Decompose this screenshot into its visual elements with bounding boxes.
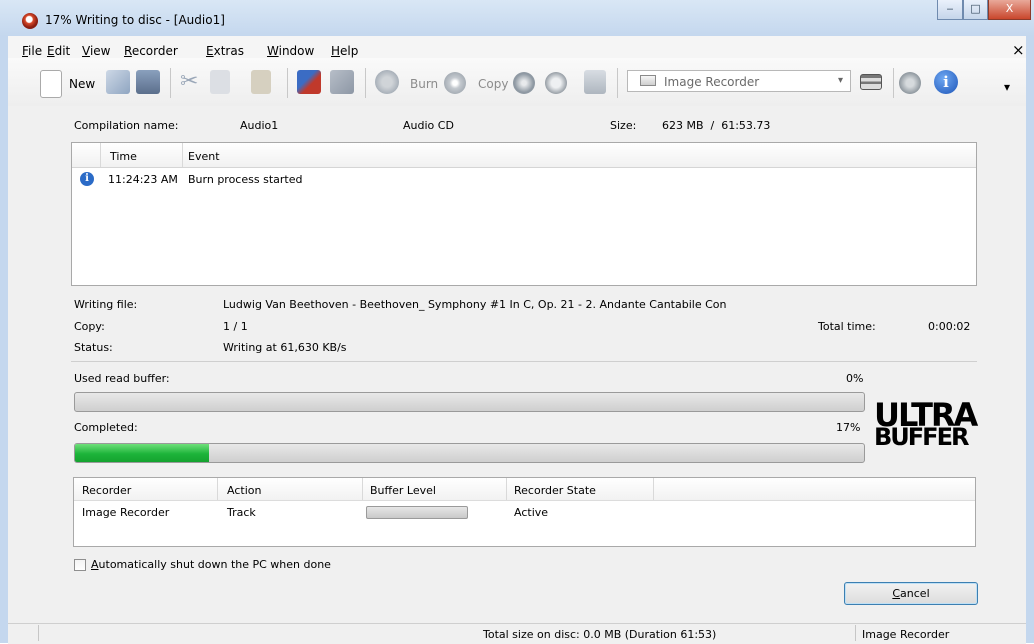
writing-file-value: Ludwig Van Beethoven - Beethoven_ Sympho… xyxy=(223,298,727,311)
mdi-close-button[interactable]: × xyxy=(1012,41,1025,59)
window-title: 17% Writing to disc - [Audio1] xyxy=(45,13,225,27)
copy-label: Copy: xyxy=(74,320,105,333)
status-bar-separator xyxy=(38,625,39,641)
app-icon[interactable] xyxy=(22,13,38,29)
completed-percent: 17% xyxy=(836,421,861,434)
column-separator[interactable] xyxy=(217,478,218,500)
menu-edit[interactable]: Edit xyxy=(47,44,70,58)
column-header-recorder[interactable]: Recorder xyxy=(82,484,131,497)
window-frame-left xyxy=(0,36,8,643)
status-value: Writing at 61,630 KB/s xyxy=(223,341,347,354)
status-recorder: Image Recorder xyxy=(862,628,950,641)
drive-icon[interactable] xyxy=(584,70,606,94)
read-buffer-progress-bar xyxy=(74,392,865,412)
completed-progress-fill xyxy=(75,444,210,462)
shutdown-checkbox[interactable] xyxy=(74,559,86,571)
drive-list-icon[interactable] xyxy=(860,74,882,90)
status-label: Status: xyxy=(74,341,113,354)
eject-icon[interactable] xyxy=(545,72,567,94)
column-separator[interactable] xyxy=(182,143,183,167)
divider xyxy=(71,361,977,362)
toolbar-overflow-icon[interactable]: ▾ xyxy=(1004,80,1010,94)
open-icon[interactable] xyxy=(106,70,130,94)
total-time-label: Total time: xyxy=(818,320,876,333)
column-header-event[interactable]: Event xyxy=(188,150,220,163)
column-header-time[interactable]: Time xyxy=(110,150,137,163)
save-icon[interactable] xyxy=(136,70,160,94)
menu-recorder[interactable]: Recorder xyxy=(124,44,178,58)
column-separator[interactable] xyxy=(362,478,363,500)
read-buffer-label: Used read buffer: xyxy=(74,372,170,385)
recorder-buffer-level-bar xyxy=(366,506,468,519)
menu-file[interactable]: File xyxy=(22,44,42,58)
new-icon[interactable] xyxy=(40,70,62,98)
column-separator[interactable] xyxy=(100,143,101,167)
menu-view[interactable]: View xyxy=(82,44,110,58)
shutdown-checkbox-label[interactable]: Automatically shut down the PC when done xyxy=(91,558,331,571)
writing-file-label: Writing file: xyxy=(74,298,138,311)
size-label: Size: xyxy=(610,119,637,132)
toolbar-separator xyxy=(365,68,366,98)
recorder-select-value: Image Recorder xyxy=(664,75,760,89)
recorder-icon xyxy=(640,75,656,86)
toolbar-separator xyxy=(287,68,288,98)
column-header-recorder-state[interactable]: Recorder State xyxy=(514,484,596,497)
log-row-event: Burn process started xyxy=(188,173,303,186)
burn-button[interactable]: Burn xyxy=(410,77,438,91)
ultrabuffer-logo: ULTRA BUFFER xyxy=(874,399,978,451)
compilation-name-value: Audio1 xyxy=(240,119,279,132)
toolbar-separator xyxy=(170,68,171,98)
status-bar-separator xyxy=(855,625,856,641)
cut-icon[interactable]: ✂ xyxy=(180,70,202,94)
column-separator[interactable] xyxy=(506,478,507,500)
window-frame-right xyxy=(1026,36,1034,643)
disc-icon[interactable] xyxy=(444,72,466,94)
recorder-name: Image Recorder xyxy=(82,506,170,519)
disc-status-icon[interactable] xyxy=(899,72,921,94)
info-icon: i xyxy=(80,172,94,186)
menu-extras[interactable]: Extras xyxy=(206,44,244,58)
recorder-action: Track xyxy=(227,506,256,519)
new-button[interactable]: New xyxy=(69,77,95,91)
menu-help[interactable]: Help xyxy=(331,44,358,58)
compilation-type: Audio CD xyxy=(403,119,454,132)
close-button[interactable]: X xyxy=(988,0,1031,20)
copy-icon[interactable] xyxy=(210,70,230,94)
read-buffer-percent: 0% xyxy=(846,372,864,385)
logo-line2: BUFFER xyxy=(874,423,969,451)
total-time-value: 0:00:02 xyxy=(928,320,971,333)
maximize-button[interactable]: □ xyxy=(963,0,988,20)
compilation-properties-icon[interactable] xyxy=(297,70,321,94)
paste-icon[interactable] xyxy=(251,70,271,94)
copy-disc-button[interactable]: Copy xyxy=(478,77,508,91)
copy-value: 1 / 1 xyxy=(223,320,248,333)
column-header-buffer-level[interactable]: Buffer Level xyxy=(370,484,436,497)
cancel-button[interactable]: Cancel xyxy=(844,582,978,605)
burn-icon[interactable] xyxy=(375,70,399,94)
compilation-name-label: Compilation name: xyxy=(74,119,179,132)
log-row-time: 11:24:23 AM xyxy=(108,173,178,186)
status-total-size: Total size on disc: 0.0 MB (Duration 61:… xyxy=(483,628,717,641)
completed-label: Completed: xyxy=(74,421,138,434)
info-icon[interactable]: i xyxy=(934,70,958,94)
column-separator[interactable] xyxy=(653,478,654,500)
size-value: 623 MB / 61:53.73 xyxy=(662,119,771,132)
column-header-action[interactable]: Action xyxy=(227,484,261,497)
erase-icon[interactable] xyxy=(330,70,354,94)
minimize-button[interactable]: ‒ xyxy=(937,0,963,20)
menu-window[interactable]: Window xyxy=(267,44,314,58)
toolbar-separator xyxy=(617,68,618,98)
disc-info-icon[interactable] xyxy=(513,72,535,94)
toolbar-separator xyxy=(893,68,894,98)
completed-progress-bar xyxy=(74,443,865,463)
recorder-state: Active xyxy=(514,506,549,519)
chevron-down-icon[interactable]: ▾ xyxy=(838,75,843,86)
